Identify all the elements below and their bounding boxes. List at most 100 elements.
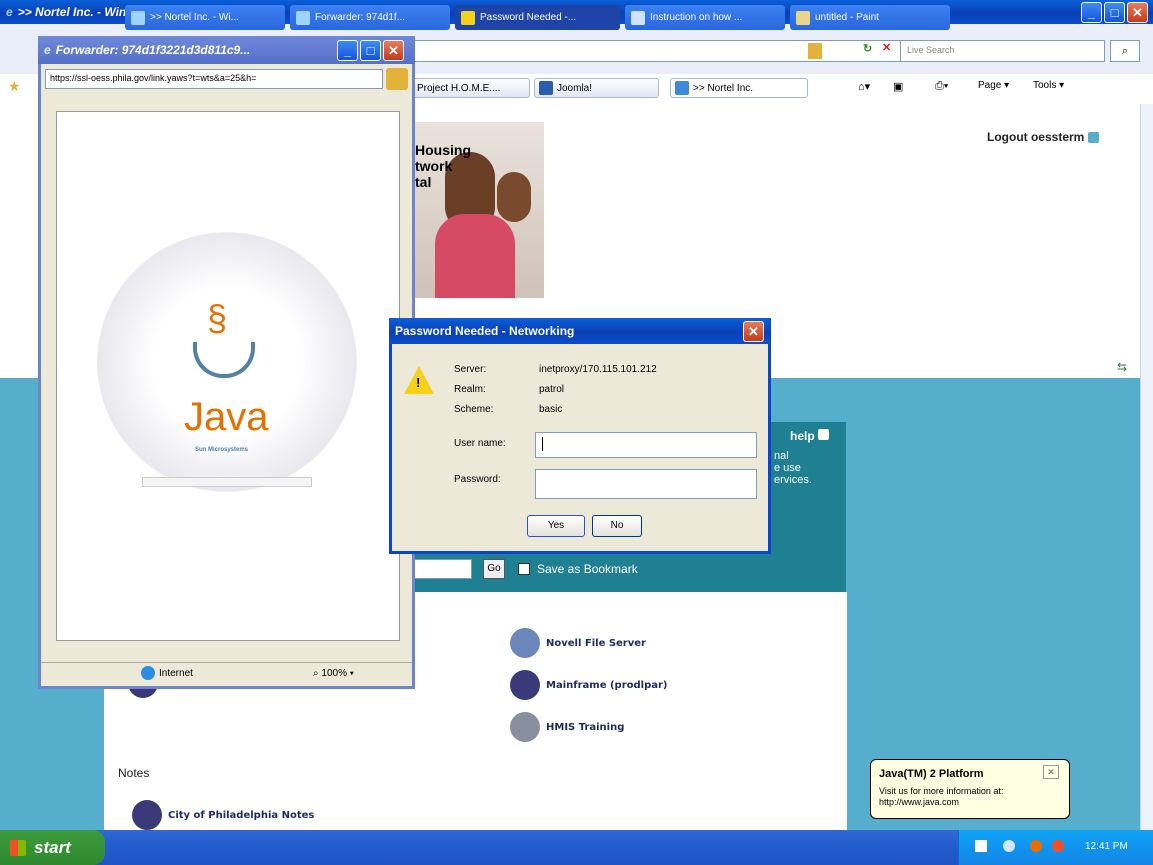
link-hmis[interactable]: HMIS Training xyxy=(510,712,624,742)
tray-security-icon[interactable] xyxy=(1052,840,1064,852)
link-label: Novell File Server xyxy=(546,637,646,649)
forwarder-window: e Forwarder: 974d1f3221d3d811c9... _ □ ✕… xyxy=(38,36,415,689)
home-icon[interactable]: ⌂▾ xyxy=(858,80,870,93)
dialog-title-bar[interactable]: Password Needed - Networking xyxy=(389,318,771,344)
help-link[interactable]: help xyxy=(790,429,829,443)
forwarder-address-bar[interactable]: https://ssl-oess.phila.gov/link.yaws?t=w… xyxy=(45,69,383,89)
paint-task-icon xyxy=(796,10,810,25)
site-title-line: Housing xyxy=(415,142,471,158)
favorite-joomla[interactable]: Joomla! xyxy=(534,78,659,98)
forwarder-status-bar xyxy=(41,662,412,686)
favorites-star-icon[interactable]: ★ xyxy=(8,78,21,95)
help-icon xyxy=(817,429,829,440)
help-text: nal e use ervices. xyxy=(774,450,812,486)
save-bookmark-label: Save as Bookmark xyxy=(537,562,638,576)
logout-label: Logout oessterm xyxy=(987,130,1085,144)
help-text-line: e use xyxy=(774,462,801,474)
photo-child xyxy=(497,172,531,222)
refresh-page-icon[interactable]: ⇆ xyxy=(1117,360,1127,374)
password-dialog: Password Needed - Networking ✕ ! Server:… xyxy=(389,318,771,554)
maximize-button[interactable]: □ xyxy=(1104,2,1125,23)
scheme-value: basic xyxy=(539,404,563,415)
scheme-label: Scheme: xyxy=(454,404,494,415)
zoom-label: 100% xyxy=(321,668,347,679)
username-input[interactable] xyxy=(535,432,757,458)
photo-clothing xyxy=(435,214,515,298)
yes-button[interactable]: Yes xyxy=(527,515,585,537)
tools-menu[interactable]: Tools ▾ xyxy=(1033,80,1064,91)
ie-task-icon xyxy=(296,10,310,25)
favorite-project-home[interactable]: Project H.O.M.E.... xyxy=(412,78,530,98)
tray-network-icon[interactable] xyxy=(975,840,987,852)
username-label: User name: xyxy=(454,438,506,449)
internet-zone: Internet xyxy=(141,666,193,680)
tab-nortel[interactable]: >> Nortel Inc. xyxy=(670,78,808,98)
task-instruction[interactable]: Instruction on how ... xyxy=(625,5,785,30)
task-paint[interactable]: untitled - Paint xyxy=(790,5,950,30)
dialog-close-button[interactable]: ✕ xyxy=(743,321,764,342)
joomla-icon xyxy=(539,81,553,95)
forwarder-title-bar[interactable]: e Forwarder: 974d1f3221d3d811c9... xyxy=(38,36,415,64)
ie-tab-icon xyxy=(675,81,689,95)
task-password[interactable]: Password Needed -... xyxy=(455,5,620,30)
notes-icon xyxy=(132,800,162,830)
save-bookmark-checkbox[interactable] xyxy=(518,563,530,575)
ie-task-icon xyxy=(131,10,145,25)
search-input[interactable]: Live Search xyxy=(900,40,1105,62)
server-label: Server: xyxy=(454,364,487,375)
ie-logo-icon: e xyxy=(6,5,13,19)
feeds-icon[interactable]: ▣ xyxy=(893,80,903,93)
no-button[interactable]: No xyxy=(592,515,642,537)
forwarder-minimize-button[interactable]: _ xyxy=(337,40,358,61)
start-button[interactable]: start xyxy=(0,830,105,865)
tray-java-icon[interactable] xyxy=(1030,840,1042,852)
stop-icon[interactable]: ✕ xyxy=(882,41,891,54)
tools-menu-label: Tools xyxy=(1033,80,1057,91)
warning-task-icon xyxy=(461,10,475,25)
zoom-control[interactable]: ⌕ 100% ▾ xyxy=(313,668,354,679)
dialog-title: Password Needed - Networking xyxy=(395,324,575,338)
password-label: Password: xyxy=(454,474,501,485)
forwarder-maximize-button[interactable]: □ xyxy=(360,40,381,61)
forwarder-lock-icon xyxy=(386,68,408,90)
go-button[interactable]: Go xyxy=(483,559,505,579)
scrollbar[interactable] xyxy=(1140,104,1153,830)
link-city-notes[interactable]: City of Philadelphia Notes xyxy=(132,800,314,830)
minimize-button[interactable]: _ xyxy=(1081,2,1102,23)
forwarder-title: Forwarder: 974d1f3221d3d811c9... xyxy=(55,43,251,57)
search-icon[interactable]: ⌕ xyxy=(1110,40,1140,62)
close-button[interactable]: ✕ xyxy=(1127,2,1148,23)
refresh-icon[interactable]: ↻ xyxy=(863,42,872,55)
globe-icon xyxy=(141,666,155,680)
balloon-body: Visit us for more information at: http:/… xyxy=(879,786,1004,807)
java-loading-pane: § Java Sun Microsystems xyxy=(56,111,400,641)
warning-icon-mark: ! xyxy=(416,375,421,390)
java-notification-balloon[interactable]: Java(TM) 2 Platform ✕ Visit us for more … xyxy=(870,759,1070,819)
java-progress-bar xyxy=(142,477,312,487)
print-icon[interactable]: ⎙▾ xyxy=(935,80,948,93)
bookmark-input[interactable] xyxy=(412,559,472,579)
link-novell[interactable]: Novell File Server xyxy=(510,628,646,658)
site-title: Housing twork tal xyxy=(415,142,471,190)
page-menu-label: Page xyxy=(978,80,1002,91)
page-menu[interactable]: Page ▾ xyxy=(978,80,1009,91)
balloon-close-button[interactable]: ✕ xyxy=(1043,765,1059,779)
logout-link[interactable]: Logout oessterm xyxy=(987,130,1100,144)
link-label: City of Philadelphia Notes xyxy=(168,809,315,821)
balloon-title: Java(TM) 2 Platform xyxy=(879,768,984,780)
task-forwarder[interactable]: Forwarder: 974d1f... xyxy=(290,5,450,30)
server-value: inetproxy/170.115.101.212 xyxy=(539,364,657,375)
task-label: Password Needed -... xyxy=(480,12,577,23)
password-input[interactable] xyxy=(535,469,757,499)
java-sub-text: Sun Microsystems xyxy=(195,447,249,453)
task-nortel[interactable]: >> Nortel Inc. - Wi... xyxy=(125,5,285,30)
forwarder-close-button[interactable]: ✕ xyxy=(383,40,404,61)
clock: 12:41 PM xyxy=(1085,841,1128,852)
realm-label: Realm: xyxy=(454,384,486,395)
tray-volume-icon[interactable] xyxy=(1003,840,1015,852)
tab-label: >> Nortel Inc. xyxy=(693,82,754,94)
task-label: Forwarder: 974d1f... xyxy=(315,12,406,23)
gear-icon xyxy=(510,712,540,742)
text-caret xyxy=(542,437,543,451)
link-mainframe[interactable]: Mainframe (prodlpar) xyxy=(510,670,667,700)
